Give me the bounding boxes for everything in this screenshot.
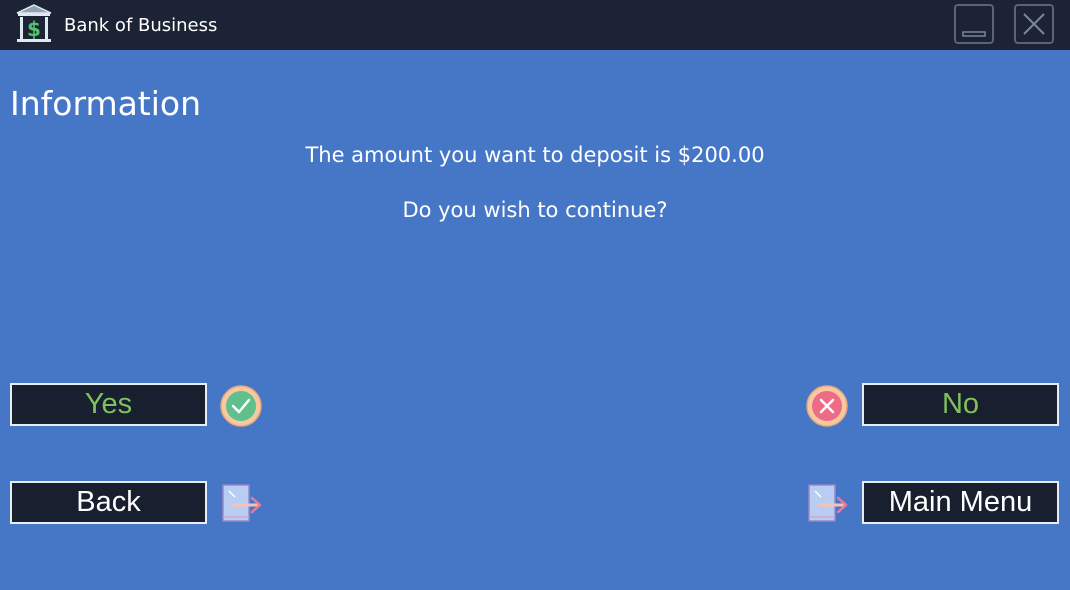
- bank-icon: $: [14, 3, 54, 45]
- minimize-button[interactable]: [954, 4, 994, 44]
- app-title: Bank of Business: [64, 15, 218, 36]
- check-circle-icon[interactable]: [219, 384, 263, 428]
- close-button[interactable]: [1014, 4, 1054, 44]
- x-circle-icon[interactable]: [805, 384, 849, 428]
- minimize-icon: [962, 31, 986, 37]
- close-icon: [1023, 13, 1045, 35]
- svg-text:$: $: [27, 17, 41, 41]
- page-title: Information: [10, 84, 202, 123]
- continue-prompt: Do you wish to continue?: [402, 198, 668, 222]
- main-menu-button[interactable]: Main Menu: [862, 481, 1059, 524]
- back-button[interactable]: Back: [10, 481, 207, 524]
- no-button[interactable]: No: [862, 383, 1059, 426]
- deposit-amount-message: The amount you want to deposit is $200.0…: [305, 143, 765, 167]
- yes-button[interactable]: Yes: [10, 383, 207, 426]
- title-bar: $ Bank of Business: [0, 0, 1070, 50]
- exit-door-icon[interactable]: [219, 481, 263, 525]
- exit-door-icon[interactable]: [805, 481, 849, 525]
